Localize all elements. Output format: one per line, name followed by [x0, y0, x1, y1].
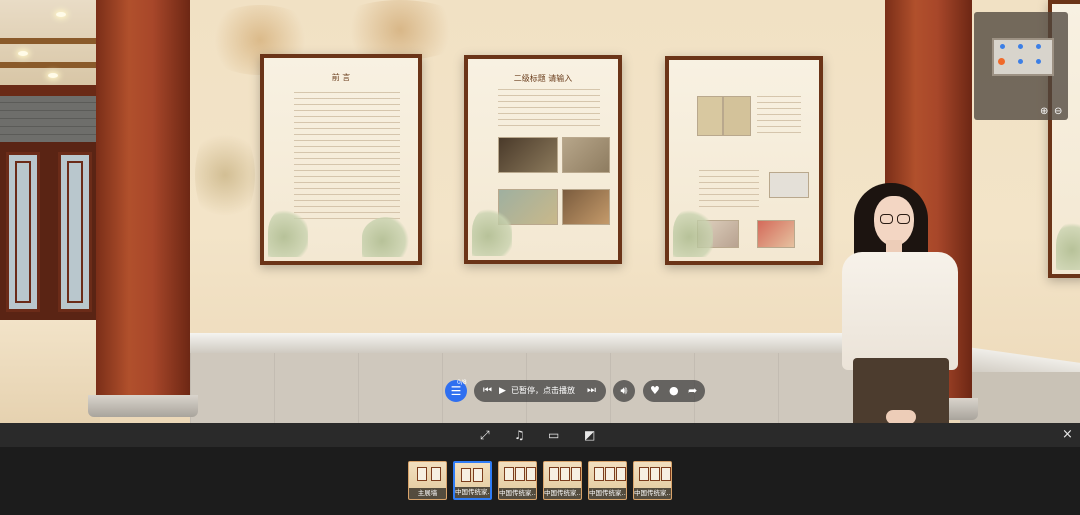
ceiling-beam [0, 38, 100, 44]
poster-title: 前 言 [331, 73, 351, 82]
playlist-count-badge: 0/8 [457, 379, 467, 386]
thumbnail-panel [639, 467, 649, 481]
close-icon[interactable]: × [1062, 428, 1073, 442]
exhibit-panel[interactable] [665, 56, 823, 265]
thumbnail-panel [661, 467, 671, 481]
exhibit-photo [697, 96, 723, 136]
sticker-icon[interactable]: ◩ [584, 428, 595, 442]
minimap-hotspot[interactable] [1018, 59, 1023, 64]
exhibit-photo [498, 137, 558, 173]
thumbnail-panel [526, 467, 536, 481]
door-lintel [0, 85, 100, 96]
exhibit-photo [769, 172, 809, 198]
minimap-current-position [998, 58, 1005, 65]
ceiling-light [56, 12, 66, 17]
thumbnail-panel [417, 467, 427, 481]
poster-title: 二级标题 请输入 [513, 74, 573, 83]
poster-text-lines [498, 89, 600, 131]
scene-thumbnail[interactable]: 中国传统家… [588, 461, 627, 500]
minimap-hotspot[interactable] [1000, 44, 1005, 49]
ceiling-beam [0, 62, 100, 68]
speaker-icon: 🔊︎ [620, 384, 628, 397]
thumbnail-caption: 中国传统家… [634, 488, 671, 499]
exhibit-photo [562, 137, 610, 173]
exhibit-panel[interactable]: 前 言 [260, 54, 422, 265]
minimap-hotspot[interactable] [1018, 44, 1023, 49]
zoom-in-icon[interactable]: ⊕ [1040, 106, 1048, 117]
skip-previous-icon[interactable]: ⏮ [483, 384, 492, 398]
player-status-text[interactable]: 已暂停，点击播放 [511, 385, 575, 397]
minimap-hotspot[interactable] [1036, 44, 1041, 49]
thumbnail-caption: 中国传统家… [589, 488, 626, 499]
play-icon[interactable]: ▶ [499, 384, 506, 398]
pillar-base [88, 395, 198, 417]
brick-wall [0, 96, 100, 142]
heart-icon[interactable]: ♥ [650, 384, 660, 398]
thumbnail-caption: 中国传统家… [455, 487, 490, 498]
exhibit-panel[interactable]: 二级标题 请输入 [464, 55, 622, 264]
thumbnail-panel [605, 467, 615, 481]
thumbnail-panel [571, 467, 581, 481]
thumbnail-panel [515, 467, 525, 481]
scene-thumbnail[interactable]: 中国传统家… [498, 461, 537, 500]
thumbnail-panel [461, 468, 471, 482]
social-actions: ♥ ● ➦ [643, 380, 705, 402]
scene-thumbnail-active[interactable]: 中国传统家… [453, 461, 492, 500]
scene-thumbnail[interactable]: 中国传统家… [543, 461, 582, 500]
share-icon[interactable]: ➦ [688, 384, 697, 398]
thumbnail-caption: 主展墙 [409, 488, 446, 499]
thumbnail-caption: 中国传统家… [544, 488, 581, 499]
glasses-icon [897, 214, 910, 224]
thumbnail-panel [504, 467, 514, 481]
thumbnail-caption: 中国传统家… [499, 488, 536, 499]
flower-illustration [472, 206, 512, 256]
floor [0, 320, 100, 423]
list-icon: ☰ [450, 384, 462, 398]
comment-icon[interactable]: ● [669, 384, 679, 398]
audio-player: ⏮ ▶ 已暂停，点击播放 ⏭ [474, 380, 606, 402]
flower-illustration [362, 217, 412, 257]
volume-button[interactable]: 🔊︎ [613, 380, 635, 402]
poster-text-lines [699, 170, 759, 210]
exhibit-photo [723, 96, 751, 136]
thumbnail-panel [431, 467, 441, 481]
ceiling-light [48, 73, 58, 78]
virtual-guide-hands [886, 410, 916, 423]
door-panel [58, 152, 92, 312]
zoom-out-icon[interactable]: ⊖ [1054, 106, 1062, 117]
glasses-icon [880, 214, 893, 224]
ceiling-light [18, 51, 28, 56]
thumbnail-panel [594, 467, 604, 481]
minimap-hotspot[interactable] [1036, 59, 1041, 64]
bottom-toolbar: ⤢ ♫ ▭ ◩ × [0, 423, 1080, 447]
thumbnail-panel [616, 467, 626, 481]
flower-illustration [1056, 220, 1080, 270]
flower-illustration [268, 207, 308, 257]
virtual-guide[interactable] [842, 252, 958, 370]
exhibition-scene[interactable]: 前 言 二级标题 请输入 ⊕ ⊖ ☰ 0/8 ⏮ ▶ 已暂停，点击播放 ⏭ 🔊︎… [0, 0, 1080, 423]
ledge-base [960, 372, 1080, 423]
thumbnail-panel [560, 467, 570, 481]
door-panel [6, 152, 40, 312]
minimap[interactable]: ⊕ ⊖ [974, 12, 1068, 120]
poster-text-lines [757, 96, 801, 136]
scene-thumbnail[interactable]: 中国传统家… [633, 461, 672, 500]
flower-illustration [673, 207, 713, 257]
thumbnail-panel [473, 468, 483, 482]
red-pillar [96, 0, 190, 400]
exhibit-photo [757, 220, 795, 248]
expand-icon[interactable]: ⤢ [480, 428, 490, 442]
poster-text-lines [294, 92, 400, 222]
wall-floral-decoration [195, 120, 255, 230]
music-icon[interactable]: ♫ [514, 428, 525, 442]
scene-thumbnail-strip: 主展墙 中国传统家… 中国传统家… 中国传统家… 中国传统家… 中国传统家… [0, 447, 1080, 515]
wall-floral-decoration [330, 0, 470, 60]
skip-next-icon[interactable]: ⏭ [587, 384, 596, 398]
display-ledge [172, 333, 888, 353]
thumbnail-panel [549, 467, 559, 481]
vr-icon[interactable]: ▭ [548, 428, 559, 442]
thumbnail-panel [650, 467, 660, 481]
exhibit-photo [562, 189, 610, 225]
scene-thumbnail[interactable]: 主展墙 [408, 461, 447, 500]
